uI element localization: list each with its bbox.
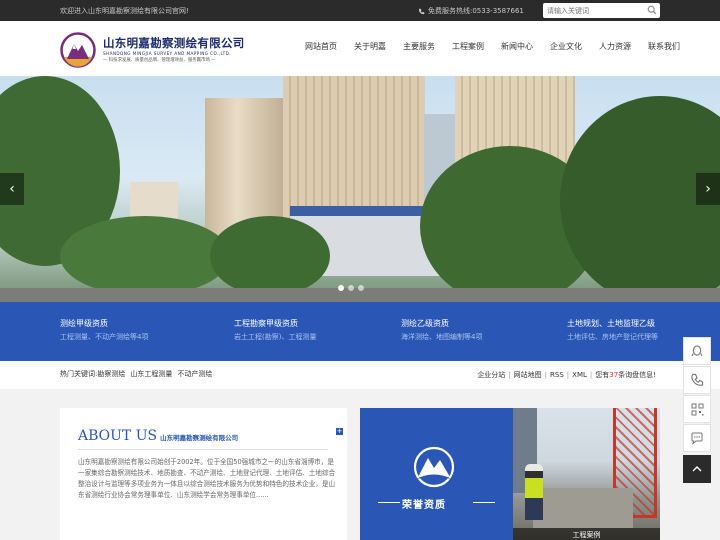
nav-services[interactable]: 主要服务 [403,41,435,55]
qualification-title: 工程勘察甲级资质 [234,319,298,328]
company-logo[interactable] [60,32,96,68]
inquiry-notice[interactable]: 您有37条询盘信息! [595,370,656,380]
float-phone-button[interactable] [683,366,711,394]
main-nav: 网站首页 关于明嘉 主要服务 工程案例 新闻中心 企业文化 人力资源 联系我们 [305,41,697,55]
back-to-top-button[interactable] [683,455,711,483]
qualification-item[interactable]: 土地规划、土地监理乙级 土地评估、房地产登记代理等 [567,318,658,342]
hero-banner[interactable]: ‹ › [0,76,720,302]
nav-hr[interactable]: 人力资源 [599,41,631,55]
qualification-item[interactable]: 测绘甲级资质 工程测量、不动产测绘等4项 [60,318,148,342]
about-subtitle: 山东明嘉勘察测绘有限公司 [160,434,239,442]
hotline-text: 免费服务热线:0533-3587661 [428,7,524,15]
honor-title: 荣誉资质 [402,500,446,511]
about-heading: ABOUT US 山东明嘉勘察测绘有限公司 [78,428,238,444]
nav-news[interactable]: 新闻中心 [501,41,533,55]
qualification-title: 土地规划、土地监理乙级 [567,319,655,328]
keyword-link[interactable]: 勘察测绘 [97,370,125,378]
banner-dot[interactable] [348,285,354,291]
company-name-en: SHANDONG MINGJIA SURVEY AND MAPPING CO.,… [103,51,231,56]
nav-about[interactable]: 关于明嘉 [354,41,386,55]
about-divider [78,449,328,450]
link-sitemap[interactable]: 网站地图 [514,370,542,380]
banner-dot[interactable] [358,285,364,291]
link-substations[interactable]: 企业分站 [477,370,505,380]
qualification-title: 测绘甲级资质 [60,319,108,328]
banner-prev-arrow[interactable]: ‹ [0,173,24,205]
link-rss[interactable]: RSS [550,371,564,379]
case-caption: 工程案例 [513,528,660,540]
keyword-link[interactable]: 不动产测绘 [177,369,212,379]
about-title: ABOUT US [78,428,158,444]
banner-next-arrow[interactable]: › [696,173,720,205]
hot-keywords-label: 热门关键词:勘察测绘 [60,370,126,378]
banner-tree [210,216,330,296]
qualification-desc: 海洋测绘、地图编制等4项 [401,333,483,341]
honor-divider-left [378,502,400,503]
honor-divider-right [473,502,495,503]
site-links: 企业分站 | 网站地图 | RSS | XML | 您有37条询盘信息! [477,370,656,380]
keyword-link[interactable]: 山东工程测量 [130,369,172,379]
company-name: 山东明嘉勘察测绘有限公司 [103,36,245,50]
nav-cases[interactable]: 工程案例 [452,41,484,55]
about-more-button[interactable]: + [336,428,343,435]
case-card[interactable]: 工程案例 [513,408,660,540]
nav-contact[interactable]: 联系我们 [648,41,680,55]
float-qrcode-button[interactable] [683,395,711,423]
nav-culture[interactable]: 企业文化 [550,41,582,55]
qrcode-icon [691,403,703,415]
qualification-item[interactable]: 测绘乙级资质 海洋测绘、地图编制等4项 [401,318,482,342]
honor-emblem-icon [413,446,455,488]
search-icon[interactable] [647,5,657,17]
qualification-desc: 工程测量、不动产测绘等4项 [60,333,149,341]
company-slogan: — 科技求发展、质量创品牌、管理增效益、服务赢市场 — [103,58,216,63]
search-box [543,3,660,18]
float-qq-button[interactable] [683,337,711,365]
top-bar: 欢迎进入山东明嘉勘察测绘有限公司官网! 免费服务热线:0533-3587661 [0,0,720,21]
qualification-title: 测绘乙级资质 [401,319,449,328]
qualification-strip: 测绘甲级资质 工程测量、不动产测绘等4项 工程勘察甲级资质 岩土工程(勘察)、工… [0,302,720,361]
keyword-bar: 热门关键词:勘察测绘 山东工程测量 不动产测绘 企业分站 | 网站地图 | RSS |… [0,361,720,389]
banner-dots [338,285,364,291]
phone-icon [691,373,704,386]
qq-icon [691,345,703,357]
qualification-desc: 岩土工程(勘察)、工程测量 [234,333,317,341]
chevron-up-icon [692,466,702,472]
hot-keywords: 热门关键词:勘察测绘 山东工程测量 不动产测绘 [60,369,212,379]
nav-home[interactable]: 网站首页 [305,41,337,55]
about-section: ABOUT US 山东明嘉勘察测绘有限公司 + 山东明嘉勘察测绘有限公司始创于2… [60,408,347,540]
hotline: 免费服务热线:0533-3587661 [418,6,524,16]
message-icon [691,432,703,445]
qualification-item[interactable]: 工程勘察甲级资质 岩土工程(勘察)、工程测量 [234,318,316,342]
link-xml[interactable]: XML [572,371,587,379]
phone-icon [418,8,425,14]
qualification-desc: 土地评估、房地产登记代理等 [567,333,658,341]
welcome-text: 欢迎进入山东明嘉勘察测绘有限公司官网! [60,7,189,15]
case-photo-worker [525,464,543,520]
case-photo-track [533,488,633,528]
about-text: 山东明嘉勘察测绘有限公司始创于2002年。位于全国50强城市之一的山东省淄博市，… [78,458,336,499]
banner-tree [60,216,230,296]
banner-dot[interactable] [338,285,344,291]
site-header: 山东明嘉勘察测绘有限公司 SHANDONG MINGJIA SURVEY AND… [0,21,720,76]
honor-card[interactable]: 荣誉资质 [360,408,513,540]
float-message-button[interactable] [683,424,711,452]
inquiry-count: 37 [609,371,619,379]
search-input[interactable] [547,4,643,17]
